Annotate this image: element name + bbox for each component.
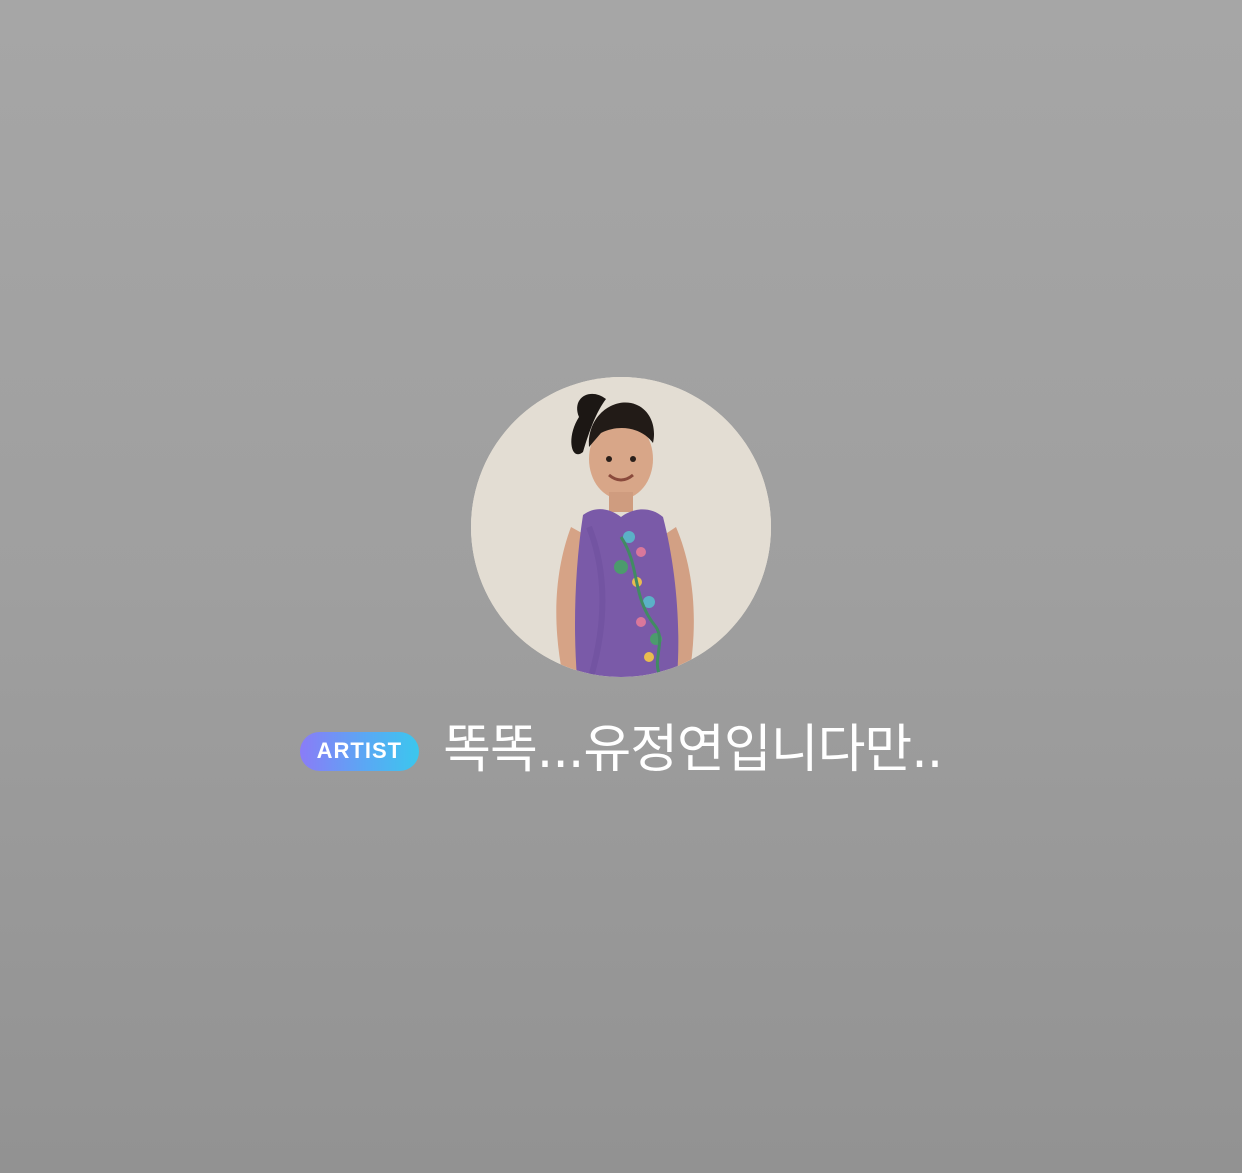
artist-badge: ARTIST [299, 731, 420, 771]
profile-card: ARTIST 똑똑...유정연입니다만.. [0, 0, 1242, 1173]
artist-name: 똑똑...유정연입니다만.. [443, 720, 943, 780]
avatar-photo [471, 377, 771, 677]
avatar[interactable] [471, 377, 771, 677]
artist-name-row: ARTIST 똑똑...유정연입니다만.. [0, 714, 1242, 786]
